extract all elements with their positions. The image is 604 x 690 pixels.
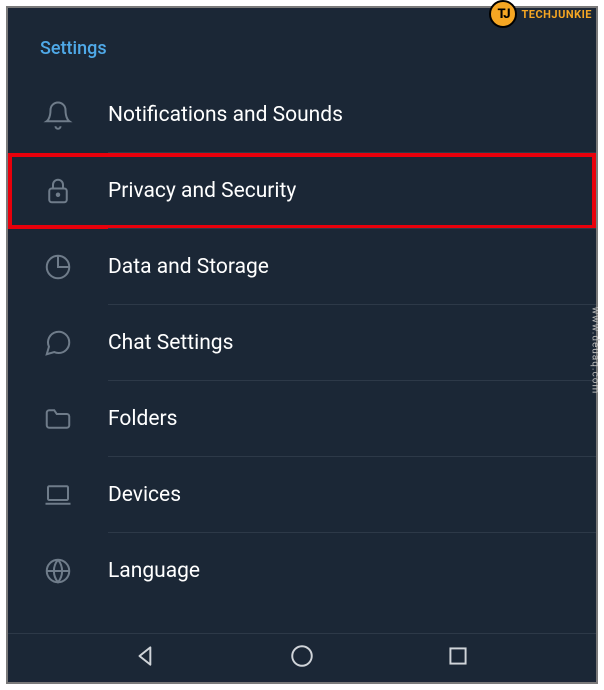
menu-label: Data and Storage xyxy=(108,255,269,279)
menu-item-data-storage[interactable]: Data and Storage xyxy=(8,229,596,305)
watermark-side-text: www.deuaq.com xyxy=(589,307,600,395)
logo-brand-text: TECHJUNKIE xyxy=(521,8,592,21)
menu-label: Privacy and Security xyxy=(108,179,296,203)
menu-item-privacy[interactable]: Privacy and Security xyxy=(8,153,596,229)
settings-screen: Settings Notifications and Sounds Privac… xyxy=(8,8,596,682)
settings-menu-list: Notifications and Sounds Privacy and Sec… xyxy=(8,77,596,609)
nav-recent-icon[interactable] xyxy=(445,643,471,673)
app-frame: Settings Notifications and Sounds Privac… xyxy=(6,6,598,684)
watermark-logo: TJ TECHJUNKIE xyxy=(489,0,592,28)
bell-icon xyxy=(8,100,108,130)
menu-item-notifications[interactable]: Notifications and Sounds xyxy=(8,77,596,153)
nav-home-icon[interactable] xyxy=(289,643,315,673)
logo-badge: TJ xyxy=(489,0,517,28)
menu-item-folders[interactable]: Folders xyxy=(8,381,596,457)
menu-label: Folders xyxy=(108,407,177,431)
globe-icon xyxy=(8,556,108,586)
menu-item-language[interactable]: Language xyxy=(8,533,596,609)
nav-back-icon[interactable] xyxy=(133,643,159,673)
section-header-partial xyxy=(8,609,596,633)
menu-label: Devices xyxy=(108,483,181,507)
chat-icon xyxy=(8,328,108,358)
lock-icon xyxy=(8,176,108,206)
menu-label: Notifications and Sounds xyxy=(108,103,343,127)
android-nav-bar xyxy=(8,633,596,682)
menu-item-devices[interactable]: Devices xyxy=(8,457,596,533)
menu-label: Chat Settings xyxy=(108,331,233,355)
laptop-icon xyxy=(8,480,108,510)
menu-item-chat-settings[interactable]: Chat Settings xyxy=(8,305,596,381)
pie-chart-icon xyxy=(8,252,108,282)
folder-icon xyxy=(8,404,108,434)
menu-label: Language xyxy=(108,559,200,583)
